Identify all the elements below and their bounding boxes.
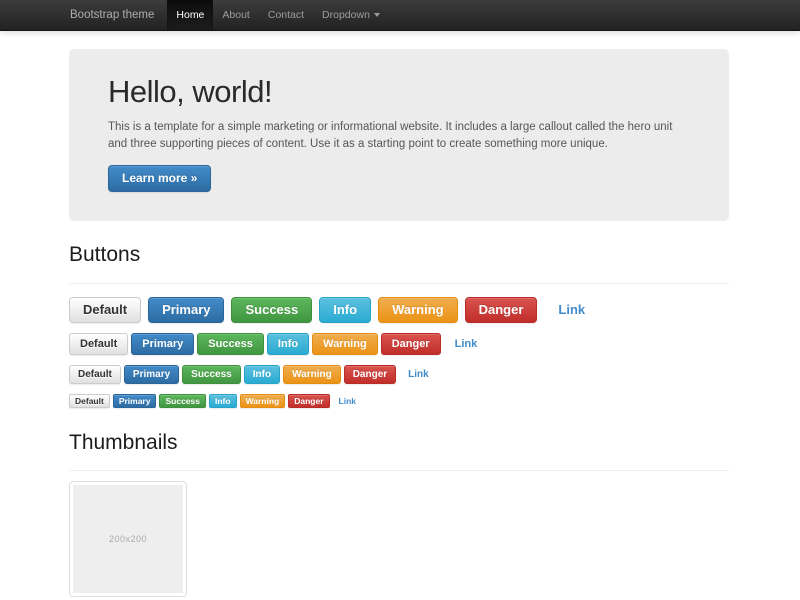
navbar-inner: Bootstrap theme HomeAboutContactDropdown <box>69 0 389 30</box>
button-row-md: DefaultPrimarySuccessInfoWarningDangerLi… <box>69 333 729 355</box>
hero-title: Hello, world! <box>108 76 691 108</box>
button-default-sm[interactable]: Default <box>69 365 121 384</box>
hero-body: This is a template for a simple marketin… <box>108 119 691 153</box>
button-rows: DefaultPrimarySuccessInfoWarningDangerLi… <box>69 297 729 408</box>
button-primary-md[interactable]: Primary <box>131 333 194 355</box>
button-success-sm[interactable]: Success <box>182 365 241 384</box>
button-link-lg[interactable]: Link <box>544 297 599 323</box>
button-warning-sm[interactable]: Warning <box>283 365 341 384</box>
nav-item-contact[interactable]: Contact <box>259 0 313 30</box>
nav-item-home[interactable]: Home <box>167 0 213 30</box>
button-primary-lg[interactable]: Primary <box>148 297 224 323</box>
button-link-sm[interactable]: Link <box>399 365 438 384</box>
button-default-xs[interactable]: Default <box>69 394 110 408</box>
hero-unit: Hello, world! This is a template for a s… <box>69 49 729 221</box>
button-link-xs[interactable]: Link <box>333 394 362 408</box>
caret-down-icon <box>374 13 380 17</box>
buttons-section-header: Buttons <box>69 244 729 284</box>
button-danger-md[interactable]: Danger <box>381 333 441 355</box>
button-danger-sm[interactable]: Danger <box>344 365 396 384</box>
button-info-sm[interactable]: Info <box>244 365 280 384</box>
learn-more-button[interactable]: Learn more » <box>108 165 211 192</box>
button-success-md[interactable]: Success <box>197 333 264 355</box>
button-row-xs: DefaultPrimarySuccessInfoWarningDanger Li… <box>69 394 729 408</box>
button-default-lg[interactable]: Default <box>69 297 141 323</box>
navbar: Bootstrap theme HomeAboutContactDropdown <box>0 0 800 31</box>
button-danger-lg[interactable]: Danger <box>465 297 538 323</box>
nav-item-dropdown[interactable]: Dropdown <box>313 0 389 30</box>
navbar-brand[interactable]: Bootstrap theme <box>69 0 167 30</box>
placeholder-image: 200x200 <box>73 485 183 593</box>
button-primary-xs[interactable]: Primary <box>113 394 157 408</box>
button-primary-sm[interactable]: Primary <box>124 365 179 384</box>
main-content: Hello, world! This is a template for a s… <box>69 49 729 597</box>
button-warning-xs[interactable]: Warning <box>240 394 286 408</box>
button-default-md[interactable]: Default <box>69 333 128 355</box>
button-info-lg[interactable]: Info <box>319 297 371 323</box>
button-info-xs[interactable]: Info <box>209 394 237 408</box>
button-link-md[interactable]: Link <box>444 333 489 355</box>
button-row-sm: DefaultPrimarySuccessInfoWarningDangerLi… <box>69 365 729 384</box>
button-warning-lg[interactable]: Warning <box>378 297 458 323</box>
nav-item-about[interactable]: About <box>213 0 258 30</box>
button-success-xs[interactable]: Success <box>159 394 206 408</box>
button-success-lg[interactable]: Success <box>231 297 312 323</box>
thumbnails-section-header: Thumbnails <box>69 432 729 471</box>
button-warning-md[interactable]: Warning <box>312 333 378 355</box>
thumbnail: 200x200 <box>69 481 187 597</box>
thumbnails-heading: Thumbnails <box>69 432 729 454</box>
button-danger-xs[interactable]: Danger <box>288 394 329 408</box>
navbar-menu: HomeAboutContactDropdown <box>167 0 389 30</box>
button-row-lg: Default Primary Success Info Warning DangerLi… <box>69 297 729 323</box>
buttons-heading: Buttons <box>69 244 729 266</box>
button-info-md[interactable]: Info <box>267 333 309 355</box>
